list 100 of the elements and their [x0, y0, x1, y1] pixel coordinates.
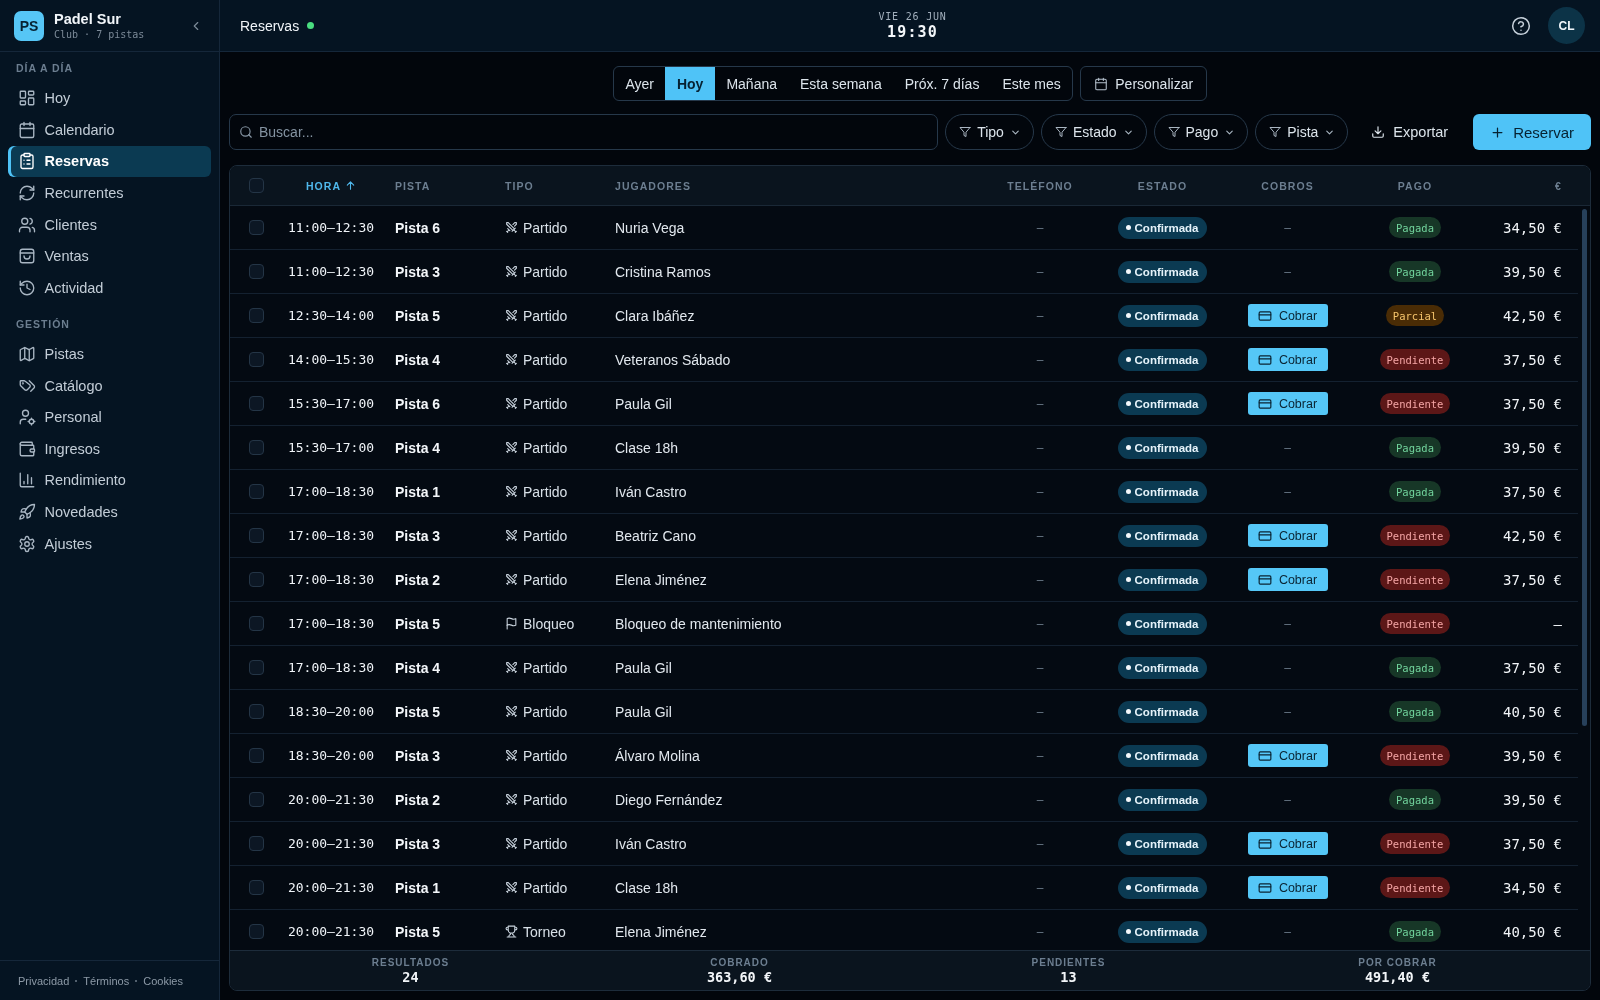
row-checkbox[interactable] — [248, 880, 264, 895]
price-amount: 37,50 € — [1503, 483, 1562, 500]
player-name: Clase 18h — [615, 439, 679, 456]
export-button[interactable]: Exportar — [1355, 114, 1463, 150]
booking-time: 18:30–20:00 — [287, 704, 375, 719]
footer-link[interactable]: Privacidad — [18, 974, 70, 987]
sidebar-item[interactable]: Pistas — [8, 338, 211, 370]
select-all-checkbox[interactable] — [248, 178, 264, 193]
row-checkbox[interactable] — [248, 836, 264, 851]
row-checkbox[interactable] — [248, 528, 264, 543]
player-name: Diego Fernández — [615, 791, 723, 808]
footer-link[interactable]: Términos — [83, 974, 130, 987]
court-name: Pista 6 — [395, 219, 441, 236]
payment-badge: Pendiente — [1379, 349, 1451, 370]
sidebar-item[interactable]: Personal — [8, 401, 211, 433]
row-checkbox[interactable] — [248, 616, 264, 631]
status-dot-icon — [1125, 577, 1131, 582]
search-field[interactable]: Buscar... — [229, 114, 939, 150]
row-checkbox[interactable] — [248, 748, 264, 763]
column-header[interactable]: € — [1555, 179, 1562, 192]
booking-time: 11:00–12:30 — [287, 220, 375, 235]
date-range-tab[interactable]: Hoy — [665, 67, 715, 100]
section-title: DÍA A DÍA — [15, 61, 74, 75]
section-title: GESTIÓN — [15, 316, 71, 331]
charge-button[interactable]: Cobrar — [1247, 876, 1328, 899]
sidebar-item[interactable]: Clientes — [8, 208, 211, 241]
column-header[interactable]: PAGO — [1397, 179, 1433, 192]
sidebar-item[interactable]: Rendimiento — [8, 464, 211, 497]
booking-time: 18:30–20:00 — [287, 748, 375, 763]
row-checkbox[interactable] — [248, 396, 264, 411]
price-amount: 40,50 € — [1503, 703, 1562, 720]
payment-badge: Pendiente — [1379, 569, 1451, 590]
phone-number: – — [1036, 528, 1044, 543]
sidebar-item[interactable]: Novedades — [8, 496, 211, 528]
column-header[interactable]: ESTADO — [1137, 179, 1188, 192]
phone-number: – — [1036, 704, 1044, 719]
sidebar-item[interactable]: Catálogo — [8, 369, 211, 402]
row-checkbox[interactable] — [248, 792, 264, 807]
sidebar-item[interactable]: Ingresos — [8, 432, 211, 465]
booking-type: Partido — [523, 703, 568, 720]
help-icon[interactable] — [1511, 15, 1531, 36]
column-header[interactable]: JUGADORES — [615, 179, 691, 192]
column-header[interactable]: PISTA — [395, 179, 431, 192]
booking-time: 11:00–12:30 — [287, 264, 375, 279]
date-range-tab[interactable]: Este mes — [990, 67, 1073, 100]
sidebar-item[interactable]: Actividad — [8, 272, 211, 304]
sidebar-item[interactable]: Ventas — [8, 240, 211, 273]
row-checkbox[interactable] — [248, 924, 264, 939]
credit-card-icon — [1257, 528, 1272, 543]
column-header[interactable]: HORA — [305, 179, 357, 192]
status-text: Confirmada — [1134, 309, 1199, 322]
row-checkbox[interactable] — [248, 264, 264, 279]
footer-link[interactable]: Cookies — [143, 974, 183, 987]
row-checkbox[interactable] — [248, 220, 264, 235]
sidebar-item[interactable]: Ajustes — [8, 527, 211, 560]
sidebar-item[interactable]: Recurrentes — [8, 177, 211, 209]
player-name: Elena Jiménez — [615, 923, 707, 940]
column-header[interactable]: TIPO — [505, 179, 534, 192]
date-range-tab[interactable]: Mañana — [714, 67, 789, 100]
row-checkbox[interactable] — [248, 484, 264, 499]
scrollbar[interactable] — [1581, 209, 1587, 726]
row-checkbox[interactable] — [248, 308, 264, 323]
sidebar-item[interactable]: Hoy — [8, 82, 211, 115]
status-dot-icon — [1125, 709, 1131, 714]
club-subtitle: Club · 7 pistas — [54, 29, 146, 40]
date-range-tab[interactable]: Esta semana — [788, 67, 894, 100]
sidebar-item[interactable]: Calendario — [8, 114, 211, 146]
charge-button[interactable]: Cobrar — [1247, 392, 1328, 415]
player-name: Iván Castro — [615, 835, 687, 852]
row-checkbox[interactable] — [248, 660, 264, 675]
charge-button[interactable]: Cobrar — [1247, 304, 1328, 327]
court-name: Pista 5 — [395, 307, 441, 324]
phone-number: – — [1036, 484, 1044, 499]
court-name: Pista 3 — [395, 527, 441, 544]
users-icon — [17, 215, 36, 234]
credit-card-icon — [1257, 572, 1272, 587]
row-checkbox[interactable] — [248, 572, 264, 587]
sidebar-item[interactable]: Reservas — [8, 145, 211, 178]
date-range-tab[interactable]: Próx. 7 días — [893, 67, 991, 100]
row-checkbox[interactable] — [248, 440, 264, 455]
price-amount: 37,50 € — [1503, 571, 1562, 588]
charge-button[interactable]: Cobrar — [1247, 744, 1328, 767]
charge-button[interactable]: Cobrar — [1247, 348, 1328, 371]
new-booking-button[interactable]: Reservar — [1473, 114, 1591, 150]
column-header[interactable]: COBROS — [1261, 179, 1314, 192]
phone-number: – — [1036, 748, 1044, 763]
charge-button[interactable]: Cobrar — [1247, 832, 1328, 855]
row-checkbox[interactable] — [248, 704, 264, 719]
row-checkbox[interactable] — [248, 352, 264, 367]
column-header[interactable]: TELÉFONO — [1007, 179, 1073, 192]
stat-value: 363,60 € — [707, 968, 772, 985]
charge-button[interactable]: Cobrar — [1247, 524, 1328, 547]
charge-button[interactable]: Cobrar — [1247, 568, 1328, 591]
rocket-icon — [17, 502, 36, 521]
flag-icon — [505, 617, 518, 630]
custom-range-button[interactable]: Personalizar — [1080, 66, 1208, 101]
crossed-swords-icon — [505, 397, 518, 410]
date-range-tab[interactable]: Ayer — [613, 67, 666, 100]
stat-label: COBRADO — [710, 956, 769, 968]
user-avatar[interactable]: CL — [1548, 7, 1585, 44]
